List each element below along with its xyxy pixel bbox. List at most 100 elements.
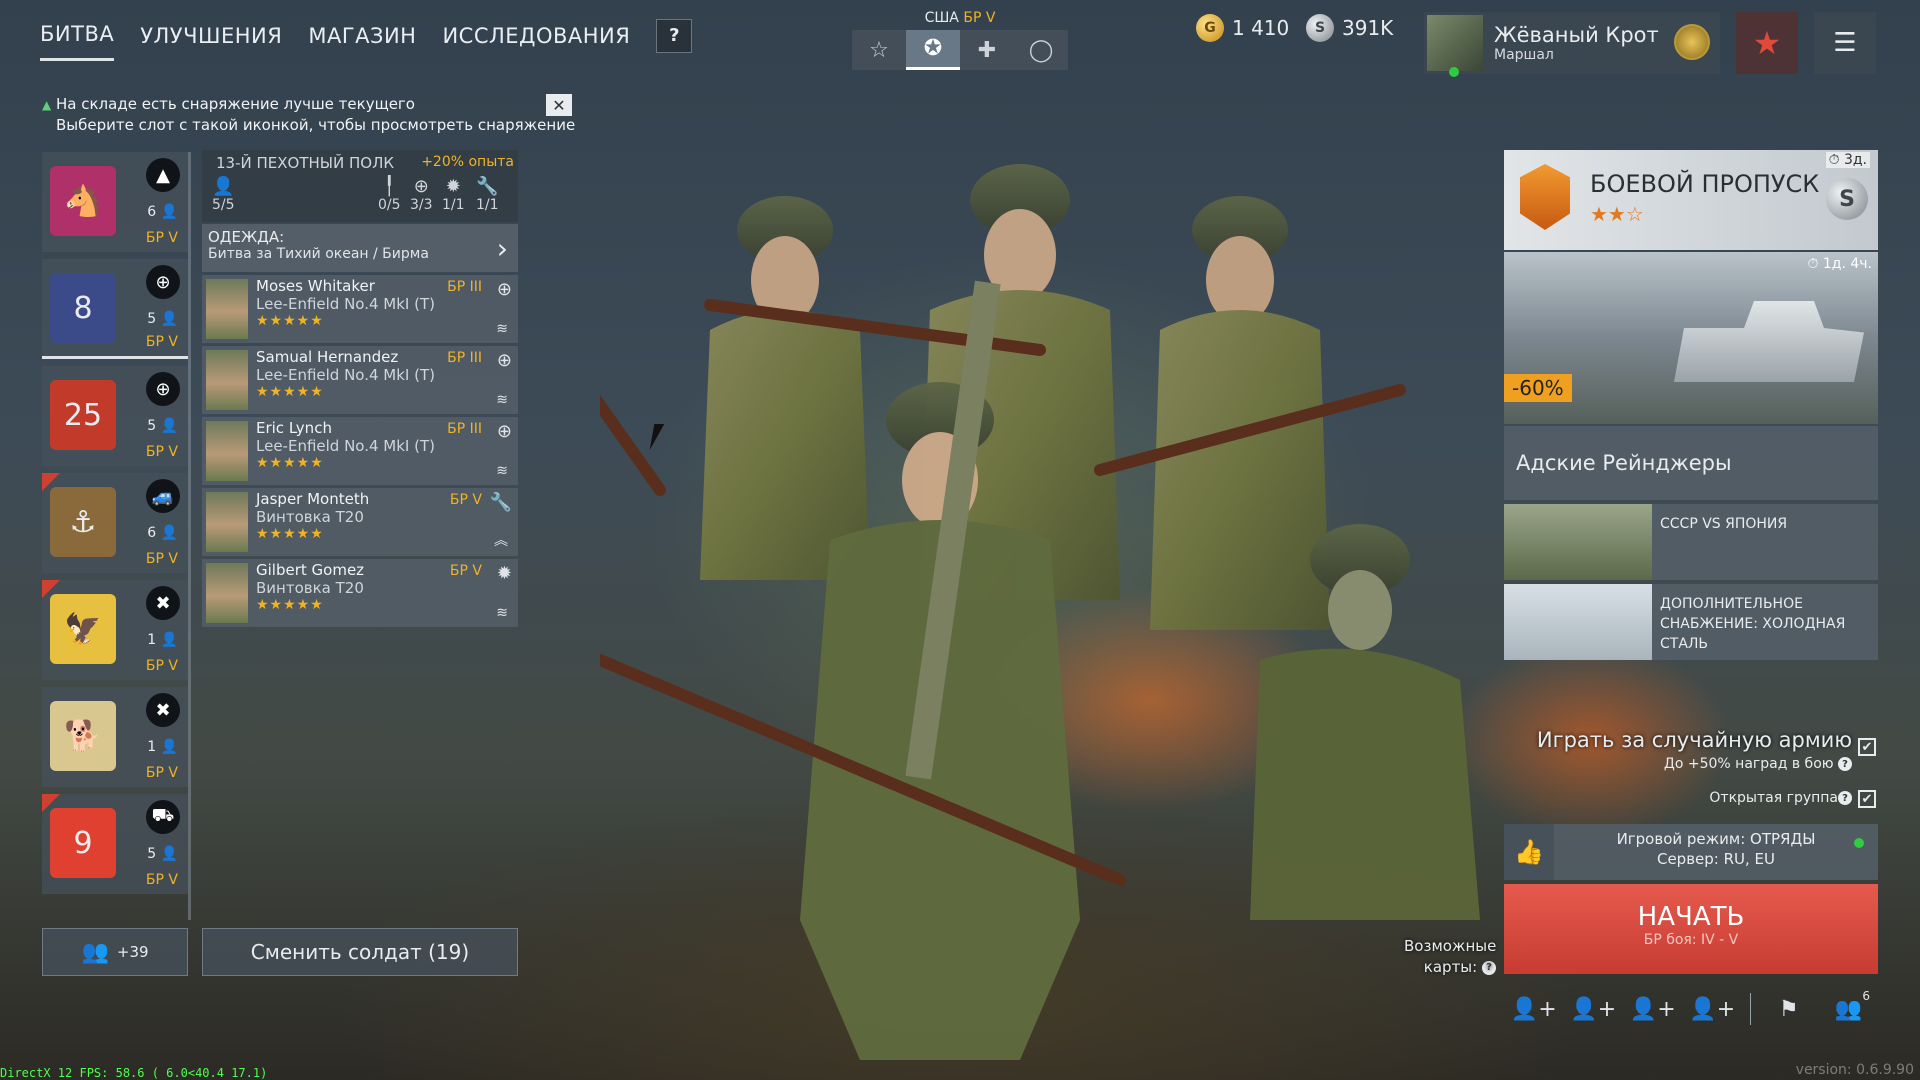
nation-name: США xyxy=(924,10,959,26)
squad-br: БР V xyxy=(145,872,178,888)
close-icon[interactable]: ✕ xyxy=(546,94,572,116)
soldier-figure-3 xyxy=(1150,196,1330,630)
squad-soldier-count: 6 👤 xyxy=(147,525,178,541)
squad-soldier-count: 5 👤 xyxy=(147,418,178,434)
tab-upgrades[interactable]: УЛУЧШЕНИЯ xyxy=(140,24,282,60)
silver-coin-icon: S xyxy=(1826,178,1868,220)
soldiers-group-icon: 👥 xyxy=(81,939,109,965)
event-thumbnail xyxy=(1504,504,1652,580)
tab-battle[interactable]: БИТВА xyxy=(40,22,115,61)
squad-name: 13-Й ПЕХОТНЫЙ ПОЛК xyxy=(216,154,395,172)
cross-icon[interactable]: ✚ xyxy=(960,30,1014,70)
soldier-br: БР III xyxy=(447,421,482,437)
star-in-circle-icon[interactable]: ✪ xyxy=(906,30,960,70)
add-friend-icon[interactable]: 👤+ xyxy=(1683,997,1743,1022)
squad-type-icon: ▲ xyxy=(146,158,180,192)
soldier-stars: ★★★★★ xyxy=(256,597,324,613)
thumbs-up-icon[interactable]: 👍 xyxy=(1504,824,1554,880)
squad-card[interactable]: 8 ⊕ 5 👤 БР V xyxy=(42,259,188,359)
squad-type-icon: 🚙 xyxy=(146,479,180,513)
soldier-stars: ★★★★★ xyxy=(256,384,324,400)
add-friend-icon[interactable]: 👤+ xyxy=(1504,997,1564,1022)
squad-soldier-count: 5 👤 xyxy=(147,311,178,327)
soldier-weapon: Винтовка T20 xyxy=(256,508,364,526)
fps-overlay: DirectX 12 FPS: 58.6 ( 6.0<40.4 17.1) xyxy=(0,1066,268,1080)
squad-soldier-count: 👤 5/5 xyxy=(212,176,235,213)
squad-card[interactable]: 🐴 ▲ 6 👤 БР V xyxy=(42,152,188,252)
squad-card[interactable]: ⚓ 🚙 6 👤 БР V xyxy=(42,473,188,573)
promo-banner[interactable]: ⏱ 1д. 4ч. -60% xyxy=(1504,252,1878,424)
friends-icon[interactable]: 👥 6 xyxy=(1818,989,1878,1022)
event-card-supply[interactable]: ДОПОЛНИТЕЛЬНОЕ СНАБЖЕНИЕ: ХОЛОДНАЯ СТАЛЬ xyxy=(1504,584,1878,660)
game-mode-card[interactable]: 👍 Игровой режим: ОТРЯДЫ Сервер: RU, EU xyxy=(1504,824,1878,880)
promo-title-card[interactable]: Адские Рейнджеры xyxy=(1504,426,1878,500)
soldier-portrait xyxy=(206,563,248,623)
flag-icon[interactable]: ⚑ xyxy=(1759,997,1819,1022)
online-status-dot xyxy=(1854,838,1864,848)
soldier-br: БР III xyxy=(447,279,482,295)
squad-card[interactable]: 🐕 ✖ 1 👤 БР V xyxy=(42,687,188,787)
squad-card[interactable]: 🦅 ✖ 1 👤 БР V xyxy=(42,580,188,680)
profile-card[interactable]: Жёваный Крот Маршал xyxy=(1424,12,1720,77)
soldier-row[interactable]: Jasper Monteth Винтовка T20 ★★★★★ БР V 🔧 ︽ xyxy=(202,488,518,556)
soldier-rank-icon: ︽ xyxy=(494,533,508,549)
soldier-br: БР V xyxy=(449,563,482,579)
soldier-figure-5 xyxy=(1250,524,1480,920)
change-soldiers-button[interactable]: Сменить солдат (19) xyxy=(202,928,518,976)
tab-research[interactable]: ИССЛЕДОВАНИЯ xyxy=(442,24,630,60)
soldier-name: Jasper Monteth xyxy=(256,490,370,508)
star-badge-icon[interactable]: ★ xyxy=(1736,12,1798,74)
squad-br: БР V xyxy=(145,444,178,460)
squad-soldier-count: 5 👤 xyxy=(147,846,178,862)
tank-image xyxy=(1674,301,1864,382)
soldier-stars: ★★★★★ xyxy=(256,455,324,471)
soldier-figure-4 xyxy=(800,382,1080,1060)
party-bar: 👤+ 👤+ 👤+ 👤+ ⚑ 👥 6 xyxy=(1504,989,1878,1028)
squad-emblem-icon: 9 xyxy=(50,808,116,878)
squad-emblem-icon: 🐴 xyxy=(50,166,116,236)
soldier-row[interactable]: Gilbert Gomez Винтовка T20 ★★★★★ БР V ✹ ≋ xyxy=(202,559,518,627)
soldier-portrait xyxy=(206,421,248,481)
outfit-value: Битва за Тихий океан / Бирма xyxy=(208,246,429,262)
question-icon[interactable]: ? xyxy=(1838,791,1852,805)
battle-pass-emblem-icon xyxy=(1520,164,1570,230)
outfit-title: ОДЕЖДА: xyxy=(208,228,285,246)
add-friend-icon[interactable]: 👤+ xyxy=(1623,997,1683,1022)
squad-br: БР V xyxy=(145,765,178,781)
soldier-row[interactable]: Samual Hernandez Lee-Enfield No.4 MkI (T)… xyxy=(202,346,518,414)
hamburger-menu-icon[interactable]: ☰ xyxy=(1814,12,1876,74)
reserve-button[interactable]: 👥 +39 xyxy=(42,928,188,976)
open-group-checkbox[interactable]: ✔ xyxy=(1858,790,1876,808)
squad-card[interactable]: 9 ⛟ 5 👤 БР V xyxy=(42,794,188,894)
battle-pass-card[interactable]: БОЕВОЙ ПРОПУСК ★★☆ ⏱ 3д. S xyxy=(1504,150,1878,250)
circle-icon[interactable]: ◯ xyxy=(1014,30,1068,70)
start-button[interactable]: НАЧАТЬ БР боя: IV - V xyxy=(1504,884,1878,974)
soldier-figure-1 xyxy=(700,196,870,580)
gold-currency[interactable]: G 1 410 xyxy=(1196,14,1289,42)
random-army-checkbox[interactable]: ✔ xyxy=(1858,738,1876,756)
soldier-name: Samual Hernandez xyxy=(256,348,399,366)
rifle-shapes xyxy=(600,299,1406,886)
squad-soldier-count: 1 👤 xyxy=(147,632,178,648)
version-label: version: 0.6.9.90 xyxy=(1795,1062,1914,1078)
star-outline-icon[interactable]: ☆ xyxy=(852,30,906,70)
soldier-name: Moses Whitaker xyxy=(256,277,375,295)
help-button[interactable]: ? xyxy=(656,18,693,53)
add-friend-icon[interactable]: 👤+ xyxy=(1564,997,1624,1022)
outfit-selector[interactable]: ОДЕЖДА: Битва за Тихий океан / Бирма › xyxy=(202,224,518,272)
squad-emblem-icon: ⚓ xyxy=(50,487,116,557)
random-army-label: Играть за случайную армию xyxy=(1536,728,1852,752)
question-icon[interactable]: ? xyxy=(1838,757,1852,771)
squad-header[interactable]: 13-Й ПЕХОТНЫЙ ПОЛК +20% опыта 👤 5/5 ╿ 0/5 … xyxy=(202,150,518,222)
squad-list: 🐴 ▲ 6 👤 БР V 8 ⊕ 5 👤 БР V 25 ⊕ 5 👤 БР V ⚓ 🚙 6 👤 БР V 🦅 ✖ 1… xyxy=(42,152,188,920)
squad-type-icon: ✖ xyxy=(146,693,180,727)
soldier-row[interactable]: Moses Whitaker Lee-Enfield No.4 MkI (T) ★★… xyxy=(202,275,518,343)
event-card-ussr-japan[interactable]: СССР VS ЯПОНИЯ xyxy=(1504,504,1878,580)
squad-card[interactable]: 25 ⊕ 5 👤 БР V xyxy=(42,366,188,466)
silver-currency[interactable]: S 391K xyxy=(1306,14,1393,42)
question-icon[interactable]: ? xyxy=(1482,960,1496,975)
squad-list-scrollbar[interactable] xyxy=(188,152,191,920)
tab-shop[interactable]: МАГАЗИН xyxy=(308,24,416,60)
soldier-row[interactable]: Eric Lynch Lee-Enfield No.4 MkI (T) ★★★★★ Б… xyxy=(202,417,518,485)
squad-type-icon: ⊕ xyxy=(146,372,180,406)
